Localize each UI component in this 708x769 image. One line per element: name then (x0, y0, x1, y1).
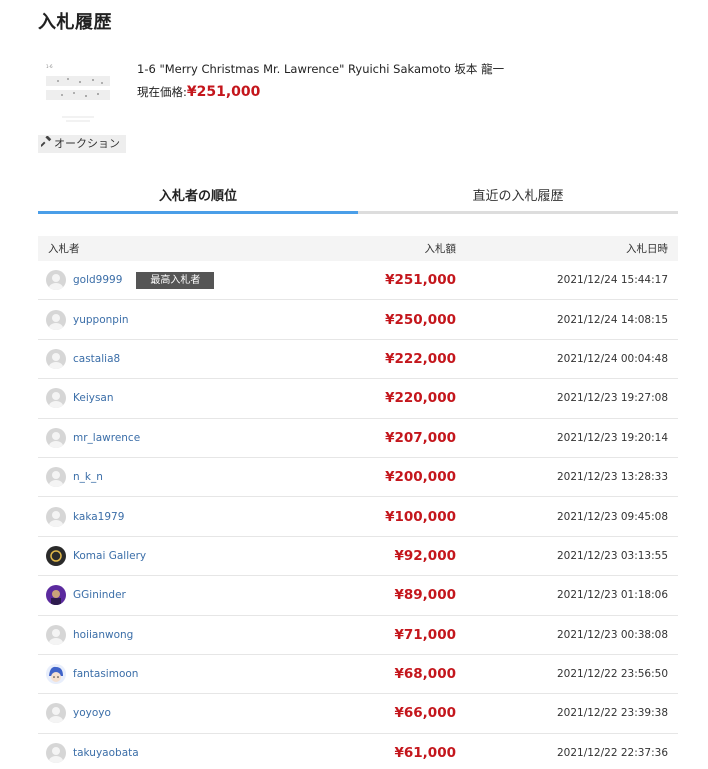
tab-recent-bids[interactable]: 直近の入札履歴 (358, 182, 678, 214)
avatar[interactable] (46, 270, 66, 291)
bidder-name-link[interactable]: n_k_n (73, 471, 103, 483)
table-row: mr_lawrence ¥207,000 2021/12/23 19:20:14 (38, 419, 678, 458)
bidder-cell: Komai Gallery (38, 545, 298, 566)
bid-amount: ¥220,000 (385, 390, 456, 407)
bid-datetime: 2021/12/24 00:04:48 (556, 352, 668, 365)
bidder-name-link[interactable]: kaka1979 (73, 511, 124, 523)
table-header: 入札者 入札額 入札日時 (38, 236, 678, 261)
svg-text:1-6: 1-6 (46, 64, 53, 69)
table-row: Komai Gallery ¥92,000 2021/12/23 03:13:55 (38, 537, 678, 577)
header-amount: 入札額 (424, 243, 457, 255)
bid-amount: ¥251,000 (385, 272, 456, 289)
table-row: fantasimoon ¥68,000 2021/12/22 23:56:50 (38, 655, 678, 695)
bidder-cell: fantasimoon (38, 664, 298, 685)
bidder-name-link[interactable]: GGininder (73, 589, 126, 601)
table-row: castalia8 ¥222,000 2021/12/24 00:04:48 (38, 340, 678, 380)
bidder-name-link[interactable]: Keiysan (73, 392, 114, 404)
bidder-cell: GGininder (38, 585, 298, 606)
bidder-cell: Keiysan (38, 388, 298, 409)
bid-amount: ¥66,000 (394, 705, 457, 722)
bidder-name-link[interactable]: yoyoyo (73, 707, 111, 719)
bid-datetime: 2021/12/23 13:28:33 (556, 471, 668, 484)
price-label: 現在価格: (137, 85, 187, 99)
bid-amount: ¥71,000 (394, 626, 457, 643)
avatar[interactable] (46, 506, 66, 527)
bid-amount: ¥100,000 (385, 508, 456, 525)
item-thumbnail[interactable]: 1-6 (38, 55, 118, 133)
table-row: yoyoyo ¥66,000 2021/12/22 23:39:38 (38, 694, 678, 734)
bid-datetime: 2021/12/22 23:39:38 (556, 707, 668, 720)
bidder-cell: gold9999 最高入札者 (38, 270, 298, 291)
table-row: takuyaobata ¥61,000 2021/12/22 22:37:36 (38, 734, 678, 769)
bidder-name-link[interactable]: castalia8 (73, 353, 120, 365)
table-row: kaka1979 ¥100,000 2021/12/23 09:45:08 (38, 497, 678, 537)
avatar[interactable] (46, 309, 66, 330)
table-row: Keiysan ¥220,000 2021/12/23 19:27:08 (38, 379, 678, 419)
table-row: hoiianwong ¥71,000 2021/12/23 00:38:08 (38, 616, 678, 655)
hammer-icon (40, 135, 52, 153)
avatar[interactable] (46, 664, 66, 685)
header-bidder: 入札者 (48, 243, 80, 255)
table-body: gold9999 最高入札者 ¥251,000 2021/12/24 15:44:17… (38, 261, 678, 769)
bidder-cell: yoyoyo (38, 703, 298, 724)
bid-datetime: 2021/12/22 22:37:36 (556, 746, 668, 759)
bid-datetime: 2021/12/23 00:38:08 (556, 628, 668, 641)
bidder-cell: yupponpin (38, 309, 298, 330)
bidder-cell: takuyaobata (38, 742, 298, 763)
bid-datetime: 2021/12/24 14:08:15 (556, 313, 668, 326)
avatar[interactable] (46, 348, 66, 369)
bidder-name-link[interactable]: gold9999 (73, 274, 122, 286)
tab-bar: 入札者の順位 直近の入札履歴 (38, 182, 678, 214)
bid-amount: ¥207,000 (385, 429, 456, 446)
bid-datetime: 2021/12/23 19:27:08 (556, 392, 668, 405)
avatar[interactable] (46, 703, 66, 724)
bid-datetime: 2021/12/23 01:18:06 (556, 589, 668, 602)
current-price: ¥251,000 (186, 84, 261, 100)
avatar[interactable] (46, 624, 66, 645)
avatar[interactable] (46, 467, 66, 488)
page-title: 入札履歴 (38, 12, 112, 33)
bid-amount: ¥250,000 (385, 311, 456, 328)
bidder-name-link[interactable]: fantasimoon (73, 668, 138, 680)
bid-amount: ¥89,000 (394, 587, 457, 604)
auction-label: オークション (54, 137, 120, 150)
auction-tag[interactable]: オークション (38, 135, 126, 153)
table-row: n_k_n ¥200,000 2021/12/23 13:28:33 (38, 458, 678, 498)
bidder-cell: kaka1979 (38, 506, 298, 527)
table-row: gold9999 最高入札者 ¥251,000 2021/12/24 15:44:17 (38, 261, 678, 301)
bidder-name-link[interactable]: mr_lawrence (73, 432, 140, 444)
avatar[interactable] (46, 427, 66, 448)
bidder-name-link[interactable]: hoiianwong (73, 629, 133, 641)
bidder-cell: n_k_n (38, 467, 298, 488)
bid-datetime: 2021/12/23 19:20:14 (556, 431, 668, 444)
bid-datetime: 2021/12/24 15:44:17 (556, 274, 668, 287)
item-summary: 1-6 オークション 1-6 "Merry Christmas Mr. Lawr… (38, 55, 678, 155)
bid-amount: ¥92,000 (394, 547, 457, 564)
bidder-cell: mr_lawrence (38, 427, 298, 448)
avatar[interactable] (46, 545, 66, 566)
avatar[interactable] (46, 388, 66, 409)
top-bidder-badge: 最高入札者 (136, 271, 215, 289)
table-row: GGininder ¥89,000 2021/12/23 01:18:06 (38, 576, 678, 616)
bidder-cell: castalia8 (38, 348, 298, 369)
header-datetime: 入札日時 (626, 243, 668, 255)
bidder-name-link[interactable]: takuyaobata (73, 747, 139, 759)
bidder-name-link[interactable]: yupponpin (73, 314, 129, 326)
bidder-cell: hoiianwong (38, 624, 298, 645)
bid-table: 入札者 入札額 入札日時 gold9999 最高入札者 ¥251,000 2021/1… (38, 236, 678, 769)
avatar[interactable] (46, 742, 66, 763)
avatar[interactable] (46, 585, 66, 606)
bid-amount: ¥61,000 (394, 744, 457, 761)
bidder-name-link[interactable]: Komai Gallery (73, 550, 146, 562)
bid-amount: ¥68,000 (394, 666, 457, 683)
bid-datetime: 2021/12/23 09:45:08 (556, 510, 668, 523)
bid-datetime: 2021/12/23 03:13:55 (556, 549, 668, 562)
tab-bidder-ranking[interactable]: 入札者の順位 (38, 182, 358, 214)
bid-datetime: 2021/12/22 23:56:50 (556, 668, 668, 681)
current-price-row: 現在価格:¥251,000 (137, 84, 260, 100)
table-row: yupponpin ¥250,000 2021/12/24 14:08:15 (38, 300, 678, 340)
bid-amount: ¥222,000 (385, 350, 456, 367)
item-title[interactable]: 1-6 "Merry Christmas Mr. Lawrence" Ryuic… (137, 61, 504, 77)
bid-amount: ¥200,000 (385, 469, 456, 486)
